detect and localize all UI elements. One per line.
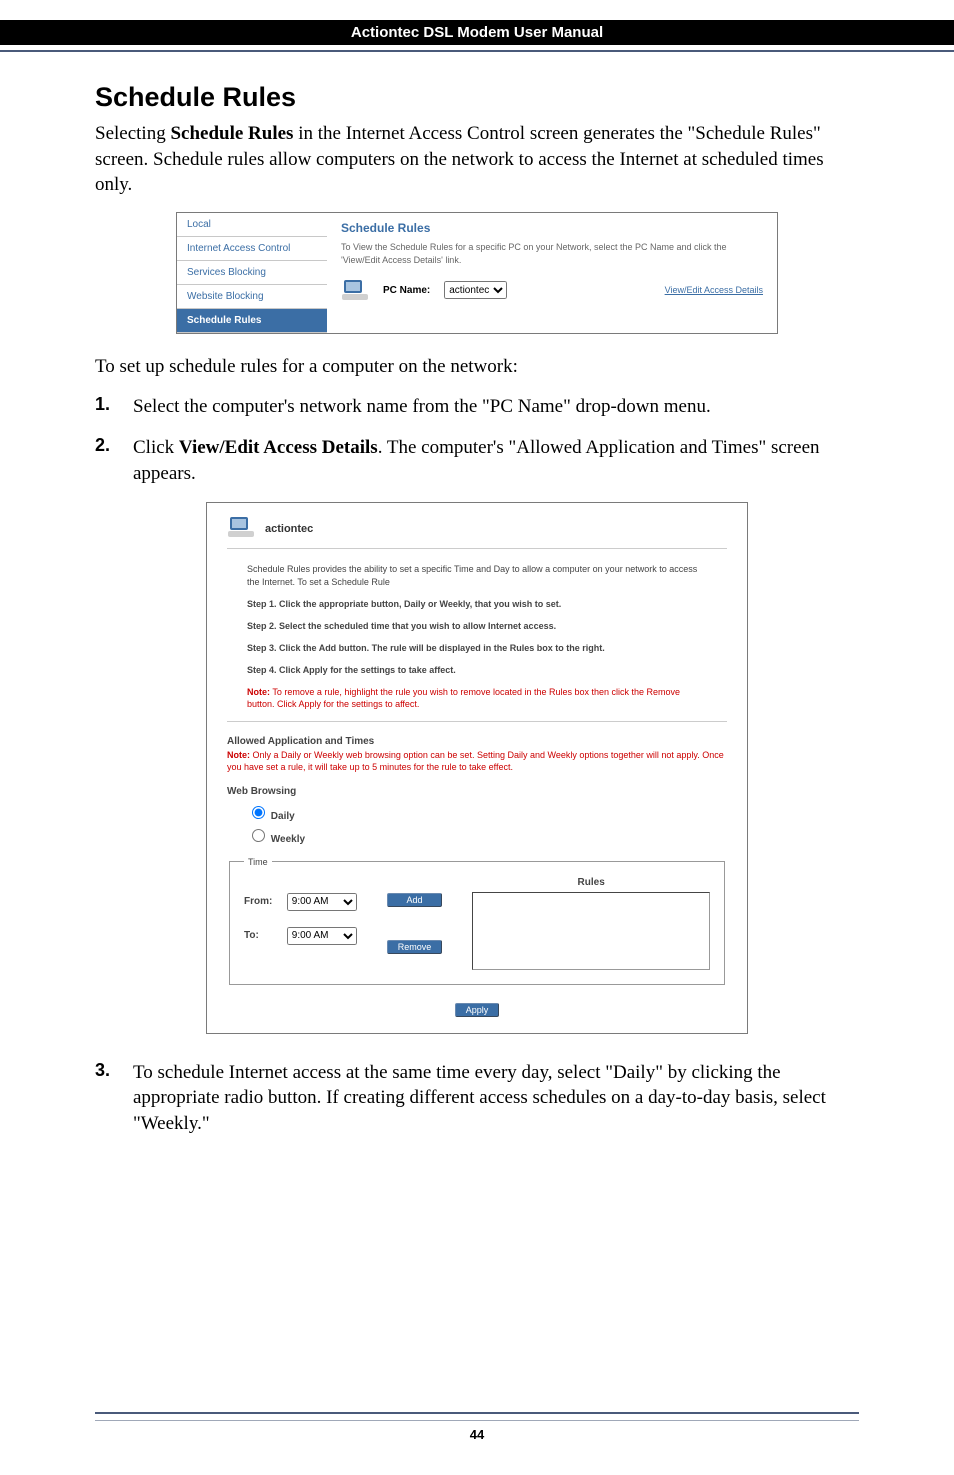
nav-schedule-rules[interactable]: Schedule Rules	[177, 309, 327, 333]
allowed-heading: Allowed Application and Times	[227, 736, 727, 747]
from-label: From:	[244, 896, 284, 907]
time-legend: Time	[244, 857, 272, 867]
daily-radio[interactable]	[252, 806, 265, 819]
step-2-text: Click View/Edit Access Details. The comp…	[133, 435, 859, 486]
side-nav: Local Internet Access Control Services B…	[177, 213, 327, 333]
rules-label: Rules	[472, 877, 710, 888]
nav-local[interactable]: Local	[177, 213, 327, 237]
fig2-note2: Note: Only a Daily or Weekly web browsin…	[227, 749, 727, 774]
step-number-3: 3.	[95, 1060, 133, 1137]
step-2-a: Click	[133, 437, 179, 458]
schedule-rules-panel: Schedule Rules To View the Schedule Rule…	[327, 213, 777, 333]
pc-name-select[interactable]: actiontec	[444, 281, 507, 299]
from-select[interactable]: 9:00 AM	[287, 893, 357, 911]
to-select[interactable]: 9:00 AM	[287, 927, 357, 945]
panel-description: To View the Schedule Rules for a specifi…	[341, 241, 763, 266]
apply-button[interactable]: Apply	[455, 1003, 500, 1017]
remove-button[interactable]: Remove	[387, 940, 443, 954]
allowed-app-times-screenshot: actiontec Schedule Rules provides the ab…	[206, 502, 748, 1033]
pc-icon	[227, 515, 255, 542]
panel-title: Schedule Rules	[341, 221, 763, 235]
web-browsing-label: Web Browsing	[227, 786, 727, 797]
intro-bold: Schedule Rules	[170, 123, 293, 144]
pc-name-label: PC Name:	[383, 285, 430, 296]
step-3-text: To schedule Internet access at the same …	[133, 1060, 859, 1137]
fig2-intro: Schedule Rules provides the ability to s…	[247, 563, 707, 587]
fig2-step4: Step 4. Click Apply for the settings to …	[247, 664, 707, 676]
rules-listbox[interactable]	[472, 892, 710, 970]
fig2-note1: Note: To remove a rule, highlight the ru…	[247, 686, 707, 710]
page-number: 44	[0, 1427, 954, 1442]
weekly-radio[interactable]	[252, 829, 265, 842]
header-rule	[0, 50, 954, 52]
time-fieldset: Time From: 9:00 AM To: 9:00 AM Add Remov…	[229, 857, 725, 985]
pc-icon	[341, 278, 369, 302]
fig2-step2: Step 2. Select the scheduled time that y…	[247, 620, 707, 632]
to-label: To:	[244, 930, 284, 941]
fig2-step3: Step 3. Click the Add button. The rule w…	[247, 642, 707, 654]
section-heading: Schedule Rules	[95, 82, 859, 113]
setup-intro: To set up schedule rules for a computer …	[95, 354, 859, 380]
view-edit-link[interactable]: View/Edit Access Details	[665, 285, 763, 295]
step-1-text: Select the computer's network name from …	[133, 394, 711, 420]
weekly-label: Weekly	[271, 834, 305, 845]
brand-label: actiontec	[265, 523, 313, 535]
nav-internet-access-control[interactable]: Internet Access Control	[177, 237, 327, 261]
daily-label: Daily	[271, 811, 295, 822]
add-button[interactable]: Add	[387, 893, 443, 907]
nav-services-blocking[interactable]: Services Blocking	[177, 261, 327, 285]
step-number-1: 1.	[95, 394, 133, 420]
intro-paragraph: Selecting Schedule Rules in the Internet…	[95, 121, 859, 198]
fig2-step1: Step 1. Click the appropriate button, Da…	[247, 598, 707, 610]
schedule-rules-screenshot: Local Internet Access Control Services B…	[176, 212, 778, 334]
step-2-bold: View/Edit Access Details	[179, 437, 378, 458]
nav-website-blocking[interactable]: Website Blocking	[177, 285, 327, 309]
step-number-2: 2.	[95, 435, 133, 486]
page-footer: 44	[0, 1412, 954, 1442]
intro-text: Selecting	[95, 123, 170, 144]
manual-header: Actiontec DSL Modem User Manual	[0, 20, 954, 45]
